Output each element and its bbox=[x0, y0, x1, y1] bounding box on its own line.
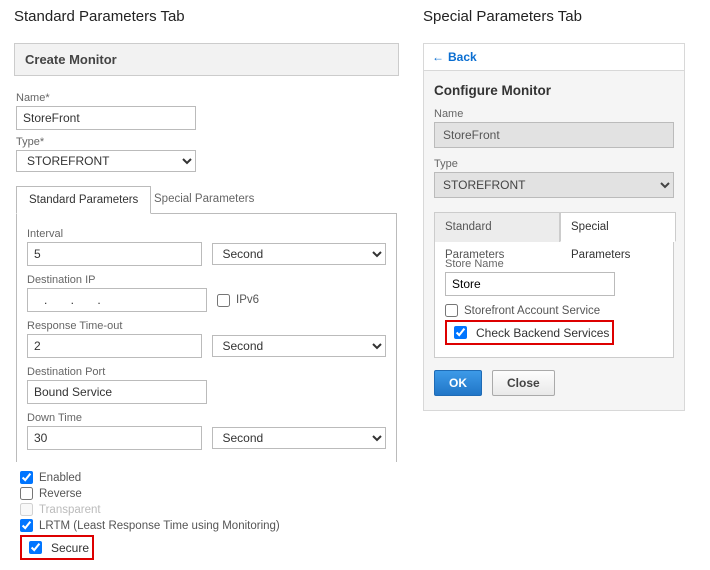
timeout-unit-select[interactable]: Second bbox=[212, 335, 387, 357]
ipv6-checkbox[interactable] bbox=[217, 294, 230, 307]
interval-unit-select[interactable]: Second bbox=[212, 243, 387, 265]
secure-label: Secure bbox=[51, 541, 89, 555]
back-label: Back bbox=[448, 50, 477, 64]
store-name-input[interactable] bbox=[445, 272, 615, 296]
check-backend-highlight: Check Backend Services bbox=[445, 320, 614, 345]
ok-button[interactable]: OK bbox=[434, 370, 482, 396]
lrtm-checkbox[interactable] bbox=[20, 519, 33, 532]
reverse-checkbox[interactable] bbox=[20, 487, 33, 500]
secure-checkbox[interactable] bbox=[29, 541, 42, 554]
ipv6-label: IPv6 bbox=[236, 294, 259, 306]
interval-input[interactable] bbox=[27, 242, 202, 266]
r-type-label: Type bbox=[434, 158, 674, 170]
enabled-checkbox[interactable] bbox=[20, 471, 33, 484]
sf-account-service-label: Storefront Account Service bbox=[464, 305, 600, 317]
type-label: Type* bbox=[16, 136, 397, 148]
downtime-input[interactable] bbox=[27, 426, 202, 450]
destport-input[interactable] bbox=[27, 380, 207, 404]
back-arrow-icon: ← bbox=[432, 50, 444, 64]
standard-params-body: Interval Second Destination IP IPv6 Resp… bbox=[16, 213, 397, 462]
reverse-label: Reverse bbox=[39, 488, 82, 500]
create-monitor-title: Create Monitor bbox=[14, 43, 399, 76]
back-button[interactable]: ← Back bbox=[423, 43, 685, 71]
r-name-input bbox=[434, 122, 674, 148]
timeout-label: Response Time-out bbox=[27, 320, 386, 332]
tab-special-parameters[interactable]: Special Parameters bbox=[142, 186, 266, 214]
destport-label: Destination Port bbox=[27, 366, 386, 378]
close-button[interactable]: Close bbox=[492, 370, 555, 396]
transparent-label: Transparent bbox=[39, 504, 101, 516]
name-input[interactable] bbox=[16, 106, 196, 130]
downtime-unit-select[interactable]: Second bbox=[212, 427, 387, 449]
secure-highlight: Secure bbox=[20, 535, 94, 560]
lrtm-label: LRTM (Least Response Time using Monitori… bbox=[39, 520, 280, 532]
interval-label: Interval bbox=[27, 228, 386, 240]
check-backend-label: Check Backend Services bbox=[476, 326, 609, 340]
timeout-input[interactable] bbox=[27, 334, 202, 358]
left-section-title: Standard Parameters Tab bbox=[14, 8, 399, 25]
r-type-select[interactable]: STOREFRONT bbox=[434, 172, 674, 198]
right-section-title: Special Parameters Tab bbox=[423, 8, 685, 25]
destip-label: Destination IP bbox=[27, 274, 386, 286]
r-tab-standard-parameters[interactable]: Standard Parameters bbox=[434, 212, 560, 242]
r-tab-special-parameters[interactable]: Special Parameters bbox=[560, 212, 676, 242]
enabled-label: Enabled bbox=[39, 472, 81, 484]
type-select[interactable]: STOREFRONT bbox=[16, 150, 196, 172]
transparent-checkbox bbox=[20, 503, 33, 516]
destip-input[interactable] bbox=[27, 288, 207, 312]
sf-account-service-checkbox[interactable] bbox=[445, 304, 458, 317]
check-backend-checkbox[interactable] bbox=[454, 326, 467, 339]
configure-monitor-title: Configure Monitor bbox=[434, 83, 674, 98]
r-name-label: Name bbox=[434, 108, 674, 120]
downtime-label: Down Time bbox=[27, 412, 386, 424]
tab-standard-parameters[interactable]: Standard Parameters bbox=[16, 186, 151, 214]
name-label: Name* bbox=[16, 92, 397, 104]
